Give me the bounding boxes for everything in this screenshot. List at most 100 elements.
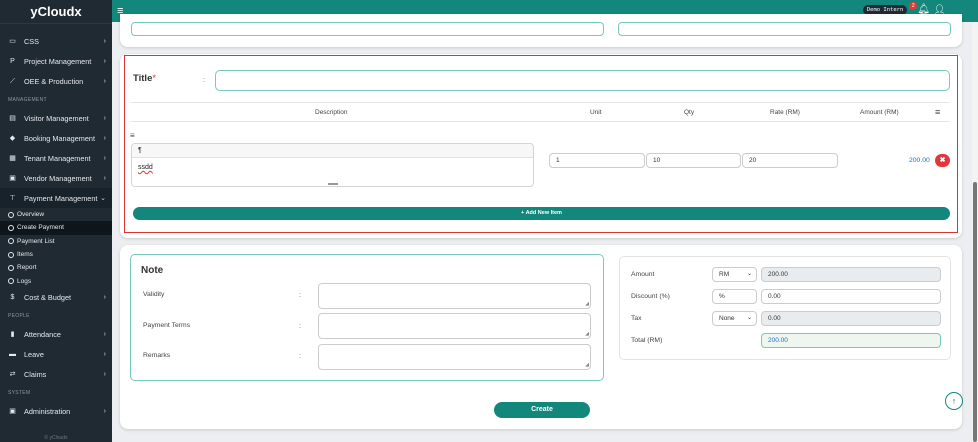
sidebar-item-vendor-management[interactable]: ▣ Vendor Management › [0,168,112,188]
section-management: MANAGEMENT [8,96,47,103]
chevron-right-icon: › [103,331,106,339]
delete-row-button[interactable]: ✖ [935,154,950,167]
sidebar-item-claims[interactable]: ⇄ Claims › [0,365,112,385]
scrollbar-thumb[interactable] [973,182,977,442]
tag-icon: ◆ [9,134,16,142]
drag-handle-icon[interactable]: ≡ [130,131,135,140]
arrow-up-icon: ↑ [951,396,957,406]
admin-icon: ▣ [9,408,16,416]
paragraph-icon[interactable]: ¶ [138,147,142,154]
sidebar-item-leave[interactable]: ▬ Leave › [0,345,112,365]
cart-icon: ⊤ [9,194,16,202]
sidebar-sub-overview[interactable]: Overview [0,208,112,221]
discount-input[interactable]: 0.00 [761,289,941,304]
sidebar-item-tenant-management[interactable]: ▦ Tenant Management › [0,148,112,168]
resize-handle-icon[interactable]: ◢ [585,331,589,337]
chevron-right-icon: › [103,351,106,359]
clipboard-icon: ▮ [10,331,15,339]
column-menu-icon[interactable]: ≡ [935,107,940,117]
chevron-down-icon: ⌄ [746,315,752,321]
brand-logo[interactable]: yCloudx [0,0,112,24]
validity-textarea[interactable]: ◢ [318,283,591,309]
sidebar-sub-report[interactable]: Report [0,261,112,274]
validity-label: Validity [143,291,165,298]
sidebar: yCloudx ▭ CSS › P Project Management › ⟋… [0,0,112,442]
sidebar-item-administration[interactable]: ▣ Administration › [0,402,112,422]
discount-unit: % [712,289,757,304]
discount-label: Discount (%) [631,293,670,300]
circle-icon [8,238,14,245]
circle-icon [8,264,14,271]
sidebar-item-visitor-management[interactable]: ▤ Visitor Management › [0,108,112,128]
unit-input[interactable]: 1 [549,153,645,168]
chevron-right-icon: › [103,371,106,379]
header-input-left[interactable] [131,22,604,36]
sidebar-sub-payment-list[interactable]: Payment List [0,235,112,248]
editor-toolbar[interactable]: ¶ [132,144,533,158]
tax-select[interactable]: None ⌄ [712,311,757,326]
chevron-right-icon: › [103,57,106,65]
building-icon: ▦ [9,154,16,162]
chart-icon: ⟋ [10,77,15,85]
total-field: 200.00 [761,333,941,348]
description-editor[interactable]: ¶ ssdd [131,143,534,187]
sidebar-sub-create-payment[interactable]: Create Payment [0,221,112,235]
chevron-right-icon: › [103,37,106,45]
col-description: Description [315,109,348,116]
monitor-icon: ▭ [9,37,16,45]
chevron-right-icon: › [103,77,106,85]
title-label: Title* [133,73,157,84]
payment-terms-colon: : [299,323,301,330]
payment-terms-label: Payment Terms [143,322,191,329]
scroll-to-top-button[interactable]: ↑ [945,392,963,410]
resize-grip-icon[interactable] [328,183,338,185]
project-icon: P [10,57,15,65]
currency-select[interactable]: RM ⌄ [712,267,757,282]
create-button[interactable]: Create [494,402,590,418]
sidebar-item-oee-production[interactable]: ⟋ OEE & Production › [0,71,112,91]
rate-input[interactable]: 20 [742,153,838,168]
chevron-right-icon: › [103,174,106,182]
sidebar-item-css[interactable]: ▭ CSS › [0,31,112,51]
validity-colon: : [299,292,301,299]
sidebar-item-cost-budget[interactable]: $ Cost & Budget › [0,288,112,308]
add-new-item-button[interactable]: + Add New Item [133,207,950,220]
circle-icon [8,278,14,285]
remarks-label: Remarks [143,352,171,359]
sidebar-item-attendance[interactable]: ▮ Attendance › [0,325,112,345]
chevron-right-icon: › [103,294,106,302]
payment-terms-textarea[interactable]: ◢ [318,313,591,339]
sidebar-sub-logs[interactable]: Logs [0,274,112,287]
sidebar-item-booking-management[interactable]: ◆ Booking Management › [0,128,112,148]
description-text[interactable]: ssdd [132,158,533,177]
title-input[interactable] [215,70,950,91]
chevron-right-icon: › [103,114,106,122]
resize-handle-icon[interactable]: ◢ [585,301,589,307]
chevron-right-icon: › [103,134,106,142]
sidebar-sub-items[interactable]: Items [0,248,112,261]
scrollbar[interactable] [972,22,978,442]
sidebar-item-project-management[interactable]: P Project Management › [0,51,112,71]
dollar-icon: $ [10,294,15,302]
tax-label: Tax [631,315,642,322]
chevron-down-icon: ⌄ [100,195,106,202]
chevron-right-icon: › [103,408,106,416]
qty-input[interactable]: 10 [646,153,741,168]
total-label: Total (RM) [631,337,663,344]
title-colon: : [203,77,205,84]
tax-field: 0.00 [761,311,941,326]
sidebar-item-payment-management[interactable]: ⊤ Payment Management ⌄ [0,188,112,208]
close-icon: ✖ [939,157,946,164]
note-title: Note [141,265,164,276]
required-mark: * [152,73,157,84]
header-input-right[interactable] [618,22,951,36]
section-people: PEOPLE [8,313,30,320]
col-amount: Amount (RM) [860,109,899,116]
exchange-icon: ⇄ [9,371,16,379]
leave-icon: ▬ [9,351,16,359]
chevron-right-icon: › [103,154,106,162]
chevron-down-icon: ⌄ [746,271,752,277]
resize-handle-icon[interactable]: ◢ [585,362,589,368]
items-table-header: Description Unit Qty Rate (RM) Amount (R… [130,102,950,122]
remarks-textarea[interactable]: ◢ [318,344,591,370]
